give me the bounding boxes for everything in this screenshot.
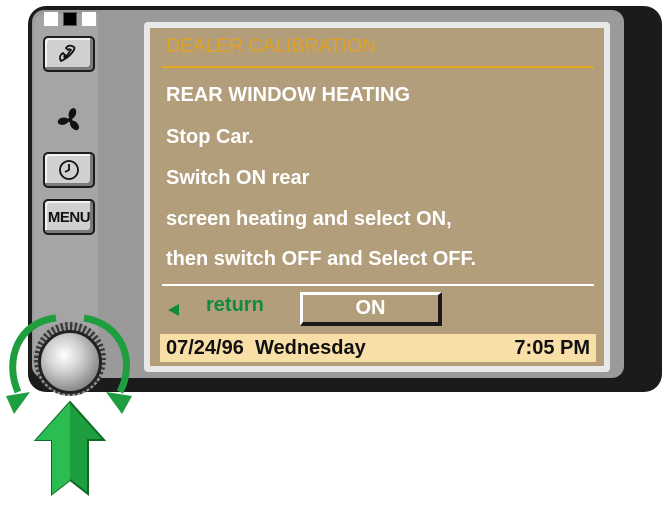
screen-title: DEALER CALIBRATION — [166, 36, 377, 57]
indicator-square — [44, 12, 58, 26]
rotate-right-arrow-icon — [83, 314, 131, 394]
indicator-square — [82, 12, 96, 26]
on-button[interactable]: ON — [300, 292, 442, 326]
instruction-line: Switch ON rear — [166, 167, 310, 189]
display-screen: DEALER CALIBRATION REAR WINDOW HEATING S… — [150, 28, 604, 366]
fan-icon[interactable] — [56, 106, 84, 134]
on-button-label: ON — [355, 297, 386, 319]
clock-button[interactable] — [43, 152, 95, 188]
rotate-right-arrowhead-icon — [106, 392, 132, 414]
rotate-left-arrowhead-icon — [6, 392, 30, 414]
rotate-left-arrow-icon — [9, 314, 57, 394]
return-arrow-icon[interactable] — [168, 304, 179, 316]
phone-icon — [59, 44, 76, 63]
phone-button[interactable] — [43, 36, 95, 72]
return-link[interactable]: return — [206, 294, 264, 317]
menu-button[interactable]: MENU — [43, 199, 95, 235]
menu-label: MENU — [47, 208, 91, 226]
instruction-line: then switch OFF and Select OFF. — [166, 248, 477, 270]
bottom-divider — [162, 284, 594, 286]
status-bar: 07/24/96 Wednesday 7:05 PM — [160, 334, 596, 362]
indicator-square — [63, 12, 77, 26]
instruction-heading: REAR WINDOW HEATING — [166, 84, 411, 106]
instruction-line: screen heating and select ON, — [166, 208, 452, 230]
status-date: 07/24/96 Wednesday — [166, 337, 366, 359]
clock-icon — [59, 160, 79, 180]
title-divider — [162, 66, 594, 68]
knob-arrows — [6, 314, 132, 497]
instruction-line: Stop Car. — [166, 126, 254, 148]
status-time: 7:05 PM — [514, 337, 590, 359]
